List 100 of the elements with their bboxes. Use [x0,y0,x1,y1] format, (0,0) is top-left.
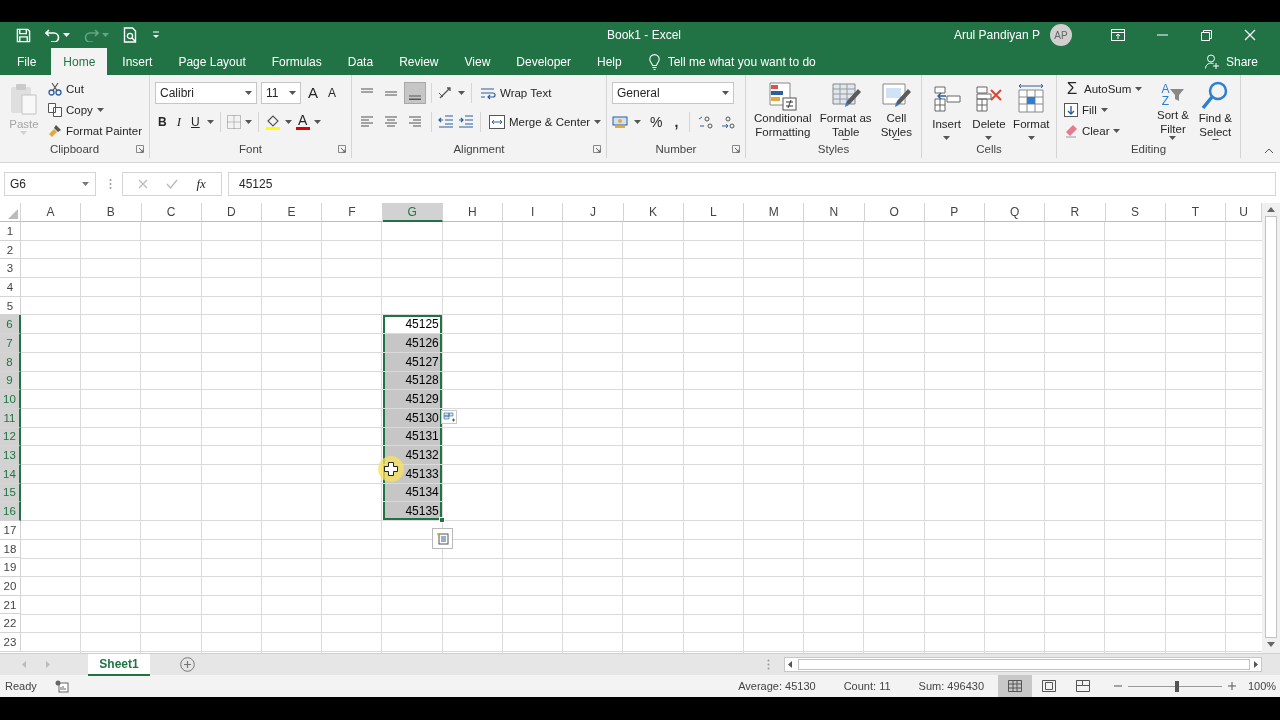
lightbulb-icon[interactable] [648,53,660,70]
clear-button[interactable]: Clear [1062,121,1145,140]
caret-icon[interactable] [1100,108,1108,113]
table-cell[interactable]: 45126 [382,334,443,353]
add-sheet-icon[interactable] [180,657,195,672]
ribbon-button[interactable]: Insert [927,79,967,140]
comma-button[interactable]: , [671,113,682,130]
column-header[interactable]: O [864,203,925,222]
font-name-field[interactable]: Calibri [155,81,257,104]
decrease-decimal-icon[interactable] [720,114,737,129]
page-break-icon[interactable] [1076,680,1090,692]
percent-button[interactable]: % [647,113,666,130]
table-cell[interactable]: 45129 [382,390,443,409]
ribbon-button[interactable]: Copy [45,100,144,119]
caret-icon[interactable] [313,119,321,124]
caret-icon[interactable] [1113,128,1121,133]
bold-button[interactable]: B [155,114,170,129]
row-header[interactable]: 10 [0,390,21,409]
dialog-launcher-icon[interactable] [593,145,601,153]
zoom-in-icon[interactable] [1228,682,1236,690]
ribbon-display-icon[interactable] [1111,29,1125,41]
increase-indent-icon[interactable] [458,115,474,128]
table-cell[interactable]: 45128 [382,371,443,391]
check-icon[interactable] [166,179,179,189]
increase-decimal-icon[interactable] [698,114,715,129]
column-header[interactable]: S [1105,203,1166,222]
caret-icon[interactable] [1169,136,1177,140]
row-header[interactable]: 3 [0,259,21,279]
ribbon-button[interactable]: Cut [45,79,144,98]
scroll-down-icon[interactable] [1267,642,1275,647]
ribbon-tab[interactable]: Home [51,48,108,75]
table-cell[interactable]: 45132 [382,446,443,465]
row-header[interactable]: 7 [0,334,21,353]
ribbon-button[interactable]: Format [1011,79,1051,140]
horizontal-scrollbar[interactable] [784,657,1262,672]
caret-icon[interactable] [284,119,292,124]
ribbon-tab[interactable]: Page Layout [165,48,259,75]
column-header[interactable]: Q [985,203,1046,222]
ribbon-tab[interactable]: Formulas [258,48,335,75]
table-cell[interactable]: 45130 [382,408,443,428]
shrink-font-button[interactable]: A [325,85,340,100]
dialog-launcher-icon[interactable] [136,145,144,153]
insert-function-button[interactable]: fx [196,176,206,192]
tell-me-field[interactable]: Tell me what you want to do [667,54,858,69]
column-header[interactable]: B [81,203,142,222]
row-header[interactable]: 6 [0,315,21,335]
caret-icon[interactable] [458,90,465,95]
scroll-right-icon[interactable] [1254,661,1258,668]
ribbon-tab[interactable]: View [451,48,504,75]
column-header[interactable]: D [201,203,262,222]
row-header[interactable]: 16 [0,502,21,521]
row-header[interactable]: 13 [0,446,21,465]
grow-font-button[interactable]: A [305,84,321,101]
normal-view-button[interactable] [998,675,1032,697]
row-header[interactable]: 1 [0,222,21,241]
font-color-button[interactable]: A [295,113,310,130]
print-preview-icon[interactable] [123,27,138,43]
number-format-field[interactable]: General [612,81,734,104]
fill-handle[interactable] [438,517,445,524]
auto-fill-options-icon[interactable] [440,410,457,425]
column-header[interactable]: H [442,203,503,222]
vertical-scrollbar[interactable] [1262,203,1280,653]
column-header[interactable]: J [563,203,624,222]
ribbon-button[interactable]: Delete [969,79,1009,140]
column-header[interactable]: F [322,203,383,222]
column-header[interactable]: A [21,203,82,222]
fill-color-icon[interactable] [264,113,281,130]
caret-icon[interactable] [985,136,993,140]
save-icon[interactable] [16,27,31,43]
column-header[interactable]: R [1045,203,1106,222]
scrollbar-thumb[interactable] [798,659,1250,670]
ribbon-button[interactable]: Cell Styles [876,79,916,140]
column-header[interactable]: U [1226,203,1262,222]
ribbon-button[interactable]: Format as Table [817,79,874,140]
caret-icon[interactable] [722,90,729,95]
customize-icon[interactable] [152,31,160,39]
table-cell[interactable]: 45134 [382,483,443,503]
ribbon-tab[interactable]: Insert [109,48,166,75]
caret-icon[interactable] [594,119,601,124]
row-header[interactable]: 22 [0,614,21,634]
ribbon-tab[interactable]: Review [386,48,452,75]
wrap-text-button[interactable]: Wrap Text [478,82,554,103]
underline-button[interactable]: U [188,114,203,129]
caret-icon[interactable] [96,107,104,112]
caret-icon[interactable] [244,119,252,124]
caret-icon[interactable] [289,90,296,95]
column-header[interactable]: G [382,203,443,222]
ribbon-tab[interactable]: Help [584,48,635,75]
page-icon[interactable] [1042,680,1056,692]
ribbon-button[interactable]: Conditional Formatting [751,79,815,140]
user-avatar[interactable]: AP [1050,24,1072,46]
merge-center-button[interactable]: Merge & Center [487,111,601,132]
column-header[interactable]: E [262,203,323,222]
sheet-tab[interactable]: Sheet1 [88,653,150,676]
grid-icon[interactable] [1008,680,1022,692]
ribbon-tab[interactable]: Data [334,48,387,75]
caret-icon[interactable] [1135,87,1143,91]
fill-button[interactable]: Fill [1062,101,1145,120]
caret-icon[interactable] [63,33,70,37]
share-button[interactable]: Share [1204,48,1258,75]
